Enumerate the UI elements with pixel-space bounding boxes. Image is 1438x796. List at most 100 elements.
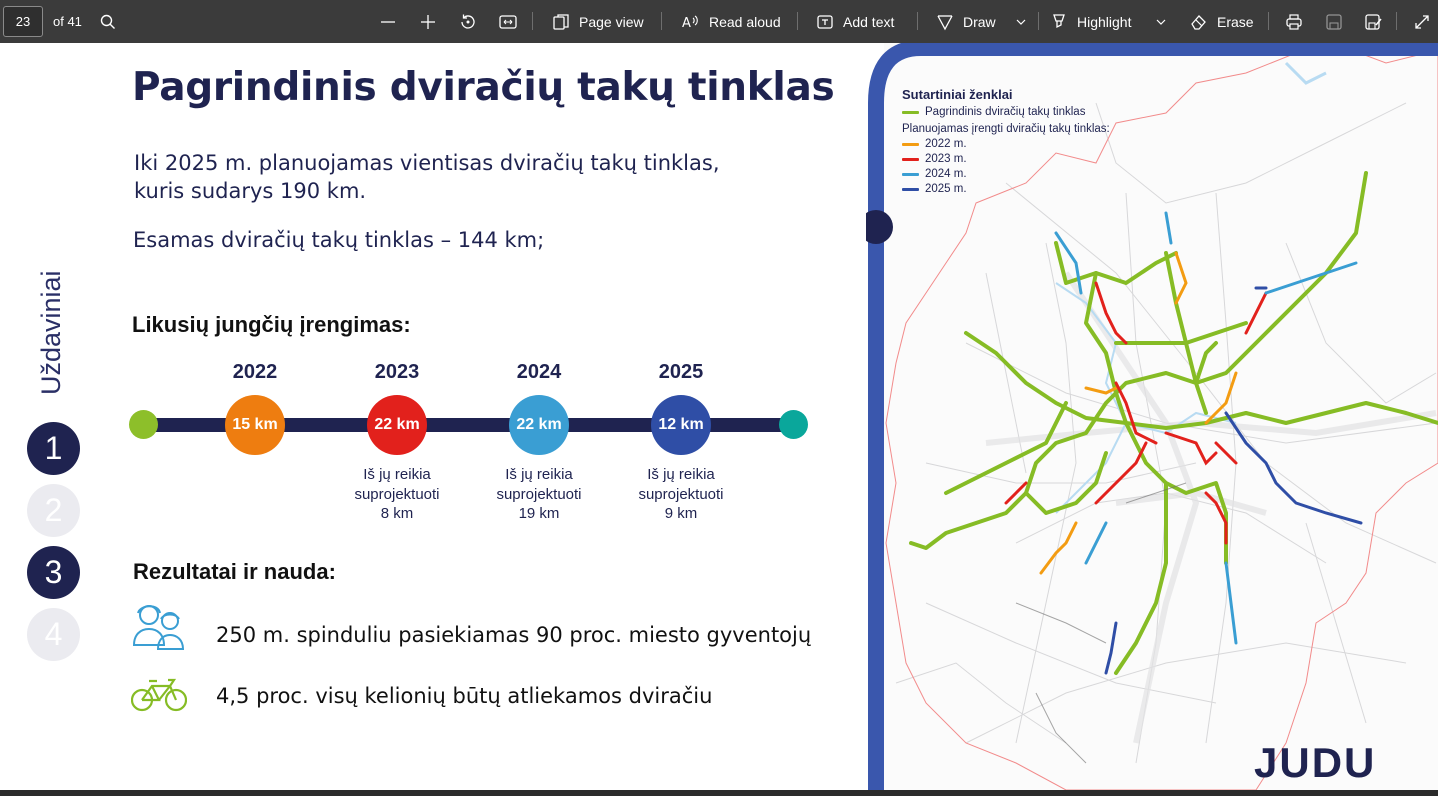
legend-label-main: Pagrindinis dviračių takų tinklas bbox=[925, 106, 1086, 118]
legend-label-2025: 2025 m. bbox=[925, 183, 967, 195]
add-text-icon bbox=[817, 14, 833, 29]
existing-network-text: Esamas dviračių takų tinklas – 144 km; bbox=[133, 228, 545, 252]
legend-item-2024: 2024 m. bbox=[902, 167, 1110, 182]
toolbar-divider bbox=[797, 12, 798, 30]
legend-swatch-2023 bbox=[902, 158, 919, 161]
step-3: 3 bbox=[27, 546, 80, 599]
note-line: Iš jų reikia bbox=[505, 466, 573, 483]
rotate-icon[interactable] bbox=[458, 0, 478, 43]
toolbar-divider bbox=[1268, 12, 1269, 30]
svg-text:A: A bbox=[682, 16, 691, 31]
timeline-start-dot bbox=[129, 410, 158, 439]
legend-item-2025: 2025 m. bbox=[902, 182, 1110, 197]
erase-button[interactable]: Erase bbox=[1190, 0, 1254, 43]
draw-icon bbox=[937, 14, 953, 30]
legend-label-2023: 2023 m. bbox=[925, 153, 967, 165]
eraser-icon bbox=[1191, 14, 1206, 30]
draw-button[interactable]: Draw bbox=[936, 0, 996, 43]
benefit-coverage: 250 m. spinduliu pasiekiamas 90 proc. mi… bbox=[216, 623, 812, 647]
erase-label: Erase bbox=[1217, 13, 1254, 30]
note-line: 9 km bbox=[664, 505, 698, 522]
note-line: suprojektuoti bbox=[638, 485, 724, 503]
pdf-toolbar: 23 of 41 Page view A Read aloud Add text… bbox=[0, 0, 1438, 43]
results-heading: Rezultatai ir nauda: bbox=[133, 559, 336, 584]
page-view-icon bbox=[553, 13, 569, 30]
intro-text: Iki 2025 m. planuojamas vientisas dvirač… bbox=[134, 149, 834, 205]
section-label-text: Uždaviniai bbox=[36, 270, 66, 395]
add-text-label: Add text bbox=[843, 13, 895, 30]
step-2: 2 bbox=[27, 484, 80, 537]
highlight-label: Highlight bbox=[1077, 13, 1132, 30]
benefit-trips: 4,5 proc. visų kelionių būtų atliekamos … bbox=[216, 684, 713, 708]
page-view-button[interactable]: Page view bbox=[552, 0, 644, 43]
add-text-button[interactable]: Add text bbox=[816, 0, 894, 43]
page-total: of 41 bbox=[53, 14, 82, 29]
timeline-km-2022: 15 km bbox=[225, 395, 285, 455]
toolbar-divider bbox=[532, 12, 533, 30]
save-as-icon[interactable] bbox=[1364, 0, 1384, 43]
timeline-note-2024: Iš jų reikia suprojektuoti 19 km bbox=[479, 465, 599, 524]
timeline-km-2024: 22 km bbox=[509, 395, 569, 455]
legend-item-2022: 2022 m. bbox=[902, 137, 1110, 152]
read-aloud-button[interactable]: A Read aloud bbox=[682, 0, 781, 43]
page-view-label: Page view bbox=[579, 13, 644, 30]
window-bottom-edge bbox=[0, 790, 1438, 796]
read-aloud-label: Read aloud bbox=[709, 13, 781, 30]
search-icon[interactable] bbox=[98, 0, 118, 43]
step-4: 4 bbox=[27, 608, 80, 661]
read-aloud-icon: A bbox=[682, 15, 698, 31]
zoom-in-icon[interactable] bbox=[418, 0, 438, 43]
legend-item-2023: 2023 m. bbox=[902, 152, 1110, 167]
note-line: suprojektuoti bbox=[496, 485, 582, 503]
draw-label: Draw bbox=[963, 13, 996, 30]
remaining-heading: Likusių jungčių įrengimas: bbox=[132, 312, 411, 337]
legend-swatch-2024 bbox=[902, 173, 919, 176]
timeline-note-2023: Iš jų reikia suprojektuoti 8 km bbox=[337, 465, 457, 524]
step-1: 1 bbox=[27, 422, 80, 475]
zoom-out-icon[interactable] bbox=[378, 0, 398, 43]
section-label: Uždaviniai bbox=[36, 249, 76, 399]
slide-page: Pagrindinis dviračių takų tinklas Iki 20… bbox=[0, 43, 1438, 790]
intro-line-2: kuris sudarys 190 km. bbox=[134, 179, 367, 203]
timeline-year-2025: 2025 bbox=[658, 361, 704, 383]
timeline-end-dot bbox=[779, 410, 808, 439]
legend-swatch-main bbox=[902, 111, 919, 114]
toolbar-divider bbox=[1396, 12, 1397, 30]
timeline-note-2025: Iš jų reikia suprojektuoti 9 km bbox=[621, 465, 741, 524]
fit-width-icon[interactable] bbox=[498, 0, 518, 43]
note-line: suprojektuoti bbox=[354, 485, 440, 503]
legend-swatch-2022 bbox=[902, 143, 919, 146]
timeline-year-2023: 2023 bbox=[374, 361, 420, 383]
highlight-button[interactable]: Highlight bbox=[1050, 0, 1131, 43]
bicycle-icon bbox=[130, 676, 188, 716]
bike-network-map: Sutartiniai ženklai Pagrindinis dviračių… bbox=[866, 43, 1438, 790]
slide-title: Pagrindinis dviračių takų tinklas bbox=[132, 65, 835, 110]
note-line: Iš jų reikia bbox=[363, 466, 431, 483]
toolbar-divider bbox=[661, 12, 662, 30]
note-line: 8 km bbox=[380, 505, 414, 522]
legend-planned-label: Planuojamas įrengti dviračių takų tinkla… bbox=[902, 123, 1110, 135]
timeline-year-2022: 2022 bbox=[232, 361, 278, 383]
legend-item-main: Pagrindinis dviračių takų tinklas bbox=[902, 105, 1110, 120]
legend-label-2024: 2024 m. bbox=[925, 168, 967, 180]
highlight-chevron-down-icon[interactable] bbox=[1151, 0, 1171, 43]
toolbar-divider bbox=[1038, 12, 1039, 30]
map-legend: Sutartiniai ženklai Pagrindinis dviračių… bbox=[902, 87, 1110, 197]
legend-swatch-2025 bbox=[902, 188, 919, 191]
legend-title: Sutartiniai ženklai bbox=[902, 87, 1013, 102]
toolbar-divider bbox=[917, 12, 918, 30]
timeline-km-2025: 12 km bbox=[651, 395, 711, 455]
page-number-input[interactable]: 23 bbox=[3, 6, 43, 37]
draw-chevron-down-icon[interactable] bbox=[1011, 0, 1031, 43]
save-icon[interactable] bbox=[1324, 0, 1344, 43]
highlight-icon bbox=[1053, 13, 1065, 28]
timeline-km-2023: 22 km bbox=[367, 395, 427, 455]
judu-logo: JUDU bbox=[1254, 739, 1377, 786]
note-line: 19 km bbox=[518, 505, 560, 522]
fullscreen-icon[interactable] bbox=[1412, 0, 1432, 43]
timeline-year-2024: 2024 bbox=[516, 361, 562, 383]
note-line: Iš jų reikia bbox=[647, 466, 715, 483]
print-icon[interactable] bbox=[1284, 0, 1304, 43]
legend-label-2022: 2022 m. bbox=[925, 138, 967, 150]
intro-line-1: Iki 2025 m. planuojamas vientisas dvirač… bbox=[134, 151, 720, 175]
